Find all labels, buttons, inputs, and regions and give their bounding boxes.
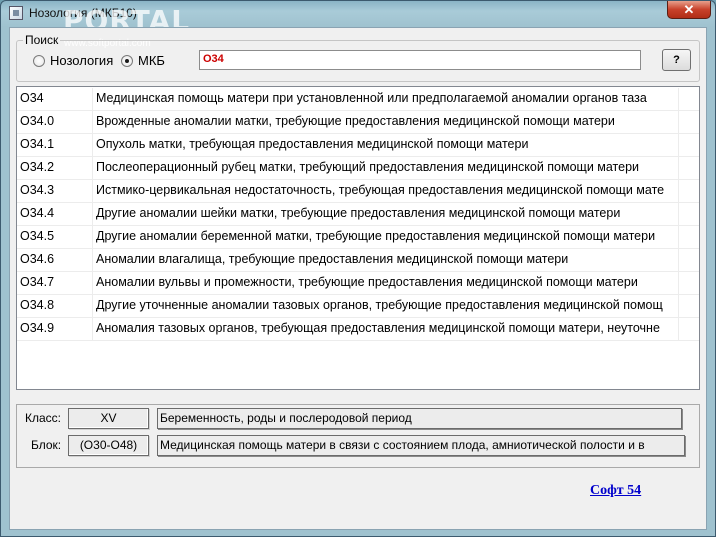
row-name: Истмико-цервикальная недостаточность, тр…	[93, 180, 679, 202]
row-code: O34.5	[17, 226, 93, 248]
row-code: O34.0	[17, 111, 93, 133]
table-row[interactable]: O34.0 Врожденные аномалии матки, требующи…	[17, 111, 699, 134]
row-name: Аномалии влагалища, требующие предоставл…	[93, 249, 679, 271]
row-code: O34	[17, 88, 93, 110]
radio-mkb-label: МКБ	[138, 53, 165, 68]
class-code: XV	[68, 408, 149, 429]
block-code: (O30-O48)	[68, 435, 149, 456]
table-row[interactable]: O34.7 Аномалии вульвы и промежности, треб…	[17, 272, 699, 295]
radio-nozology-label: Нозология	[50, 53, 114, 68]
block-label: Блок:	[31, 438, 62, 452]
app-window: Нозология (МКБ10) PORTAL ✕ www.softporta…	[0, 0, 716, 537]
row-code: O34.9	[17, 318, 93, 340]
block-name: Медицинская помощь матери в связи с сост…	[157, 435, 685, 456]
row-name: Другие уточненные аномалии тазовых орган…	[93, 295, 679, 317]
client-area: www.softportal.com Поиск Нозология МКБ O…	[9, 27, 707, 530]
help-button[interactable]: ?	[662, 49, 691, 71]
class-label: Класс:	[25, 411, 61, 425]
classification-panel: Класс: XV Беременность, роды и послеродо…	[16, 404, 700, 468]
table-row[interactable]: O34.6 Аномалии влагалища, требующие предо…	[17, 249, 699, 272]
table-row[interactable]: O34.4 Другие аномалии шейки матки, требую…	[17, 203, 699, 226]
row-code: O34.3	[17, 180, 93, 202]
row-code: O34.6	[17, 249, 93, 271]
row-name: Опухоль матки, требующая предоставления …	[93, 134, 679, 156]
row-name: Другие аномалии шейки матки, требующие п…	[93, 203, 679, 225]
app-icon	[9, 6, 23, 20]
row-code: O34.4	[17, 203, 93, 225]
table-row[interactable]: O34.8 Другие уточненные аномалии тазовых …	[17, 295, 699, 318]
row-name: Аномалии вульвы и промежности, требующие…	[93, 272, 679, 294]
row-code: O34.8	[17, 295, 93, 317]
row-code: O34.1	[17, 134, 93, 156]
radio-mkb[interactable]: МКБ	[121, 53, 165, 68]
row-name: Другие аномалии беременной матки, требую…	[93, 226, 679, 248]
class-name: Беременность, роды и послеродовой период	[157, 408, 682, 429]
row-name: Медицинская помощь матери при установлен…	[93, 88, 679, 110]
table-row[interactable]: O34.1 Опухоль матки, требующая предоставл…	[17, 134, 699, 157]
radio-nozology[interactable]: Нозология	[33, 53, 113, 68]
row-code: O34.2	[17, 157, 93, 179]
close-button[interactable]: ✕	[667, 1, 711, 19]
results-list[interactable]: O34 Медицинская помощь матери при установ…	[16, 86, 700, 390]
table-row[interactable]: O34.2 Послеоперационный рубец матки, треб…	[17, 157, 699, 180]
table-row[interactable]: O34.9 Аномалия тазовых органов, требующая…	[17, 318, 699, 341]
row-name: Врожденные аномалии матки, требующие пре…	[93, 111, 679, 133]
row-name: Аномалия тазовых органов, требующая пред…	[93, 318, 679, 340]
soft54-link[interactable]: Софт 54	[590, 483, 641, 499]
table-row[interactable]: O34 Медицинская помощь матери при установ…	[17, 88, 699, 111]
table-row[interactable]: O34.3 Истмико-цервикальная недостаточност…	[17, 180, 699, 203]
search-group-label: Поиск	[23, 33, 61, 47]
row-code: O34.7	[17, 272, 93, 294]
radio-mkb-indicator[interactable]	[121, 54, 133, 67]
title-bar[interactable]: Нозология (МКБ10) PORTAL ✕	[1, 1, 715, 37]
search-input[interactable]: O34	[199, 50, 641, 70]
table-row[interactable]: O34.5 Другие аномалии беременной матки, т…	[17, 226, 699, 249]
row-name: Послеоперационный рубец матки, требующий…	[93, 157, 679, 179]
search-group: Поиск Нозология МКБ O34 ?	[16, 33, 700, 82]
radio-nozology-indicator[interactable]	[33, 54, 45, 67]
